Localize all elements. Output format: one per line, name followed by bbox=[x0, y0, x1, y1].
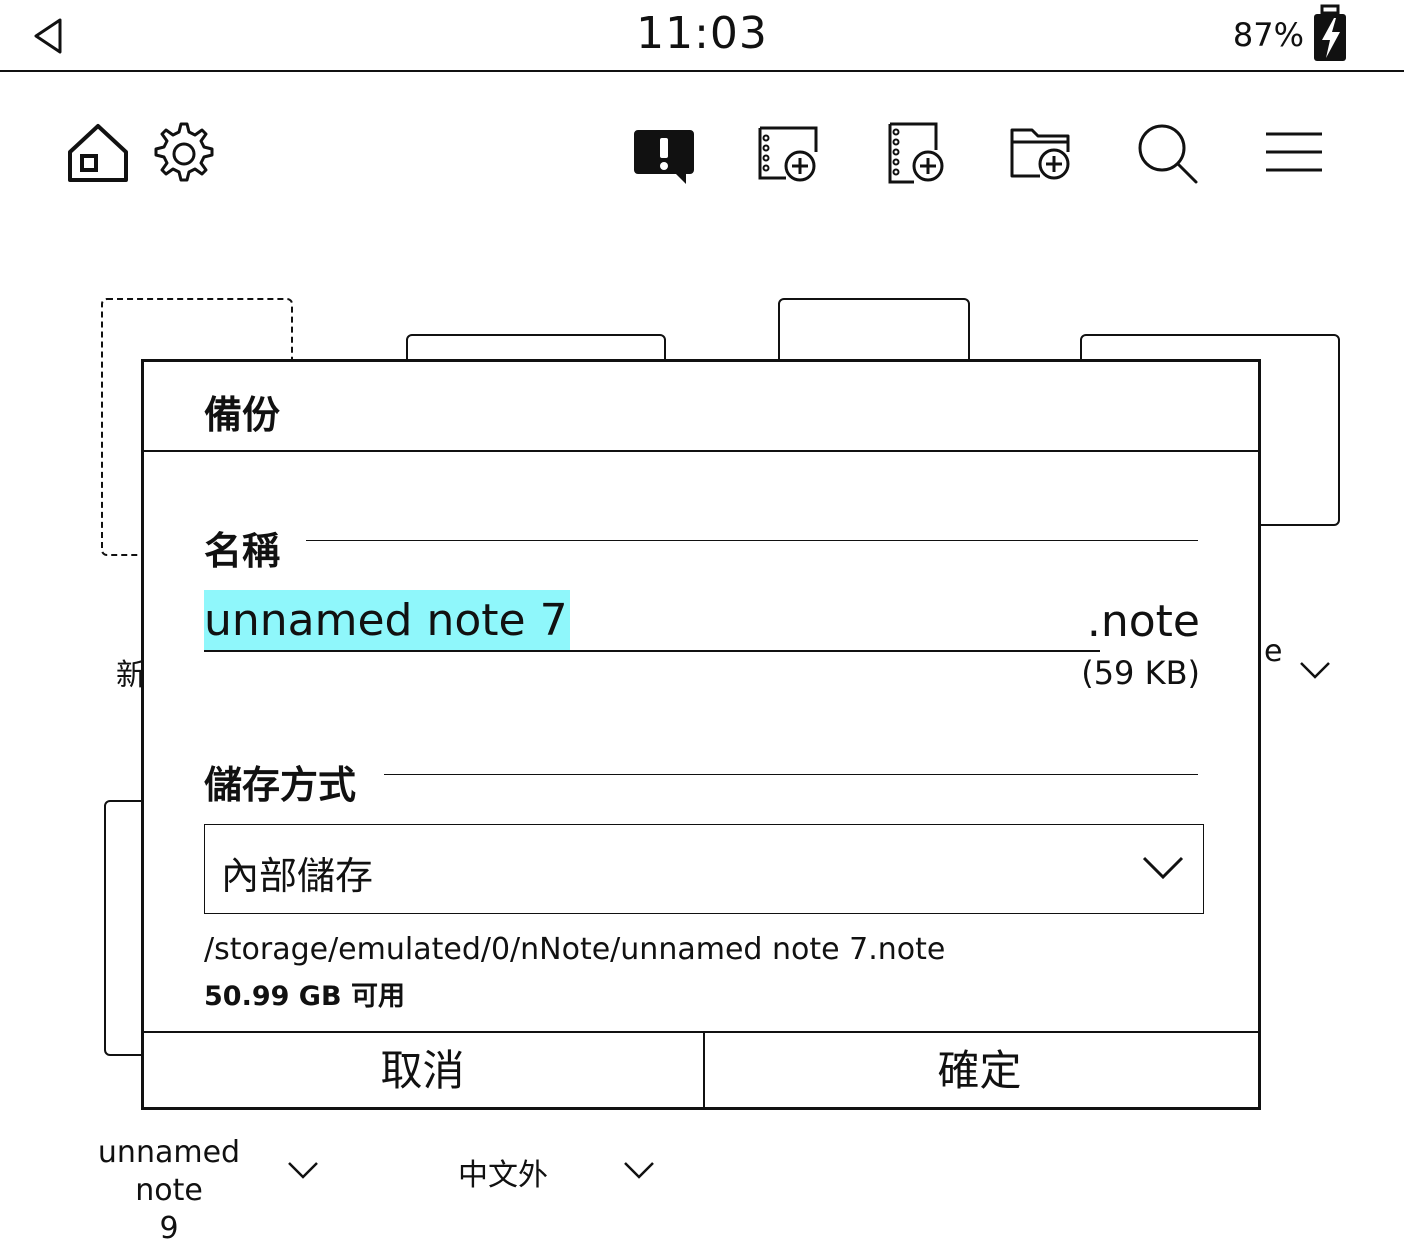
confirm-button[interactable]: 確定 bbox=[701, 1033, 1258, 1107]
dialog-button-row: 取消 確定 bbox=[144, 1031, 1258, 1107]
battery-charging-icon bbox=[1314, 4, 1346, 61]
item-label: unnamed note 9 bbox=[97, 1135, 241, 1246]
chevron-down-icon[interactable] bbox=[1298, 660, 1332, 680]
storage-dropdown[interactable]: 內部儲存 bbox=[204, 824, 1204, 914]
item-label: 中文外 bbox=[458, 1158, 548, 1193]
dialog-title: 備份 bbox=[204, 393, 281, 437]
title-divider bbox=[144, 450, 1258, 452]
menu-icon bbox=[1266, 132, 1322, 172]
backup-dialog: 備份 名稱 unnamed note 7 .note (59 KB) 儲存方式 … bbox=[141, 359, 1261, 1110]
home-icon bbox=[68, 124, 128, 182]
new-notebook-button[interactable] bbox=[880, 118, 952, 190]
section-divider bbox=[306, 540, 1198, 541]
new-folder-icon bbox=[1010, 128, 1070, 180]
filename-input[interactable]: unnamed note 7 bbox=[204, 590, 1100, 652]
settings-icon bbox=[154, 122, 214, 182]
item-label: e bbox=[1264, 634, 1283, 669]
name-section-label: 名稱 bbox=[204, 529, 281, 573]
menu-button[interactable] bbox=[1258, 118, 1330, 190]
cancel-button[interactable]: 取消 bbox=[144, 1033, 701, 1107]
status-bar: 11:03 87% bbox=[0, 0, 1404, 72]
feedback-button[interactable] bbox=[628, 118, 700, 190]
settings-button[interactable] bbox=[148, 118, 220, 190]
storage-selected-value: 內部儲存 bbox=[221, 854, 374, 898]
storage-path: /storage/emulated/0/nNote/unnamed note 7… bbox=[204, 932, 946, 967]
new-note-button[interactable] bbox=[752, 118, 824, 190]
search-button[interactable] bbox=[1132, 118, 1204, 190]
file-size: (59 KB) bbox=[1081, 654, 1200, 692]
file-extension: .note bbox=[1086, 596, 1200, 647]
filename-selected-text: unnamed note 7 bbox=[204, 590, 570, 650]
chevron-down-icon bbox=[1142, 856, 1184, 880]
home-button[interactable] bbox=[62, 118, 134, 190]
new-folder-button[interactable] bbox=[1006, 118, 1078, 190]
new-notebook-icon bbox=[888, 122, 944, 184]
feedback-icon bbox=[634, 130, 694, 184]
chevron-down-icon[interactable] bbox=[622, 1160, 656, 1180]
free-space: 50.99 GB 可用 bbox=[204, 981, 405, 1012]
clock: 11:03 bbox=[636, 8, 768, 59]
chevron-down-icon[interactable] bbox=[286, 1160, 320, 1180]
battery-percent: 87% bbox=[1232, 16, 1304, 54]
search-icon bbox=[1138, 124, 1198, 184]
section-divider bbox=[384, 774, 1198, 775]
storage-section-label: 儲存方式 bbox=[204, 763, 357, 807]
new-note-icon bbox=[758, 126, 818, 182]
